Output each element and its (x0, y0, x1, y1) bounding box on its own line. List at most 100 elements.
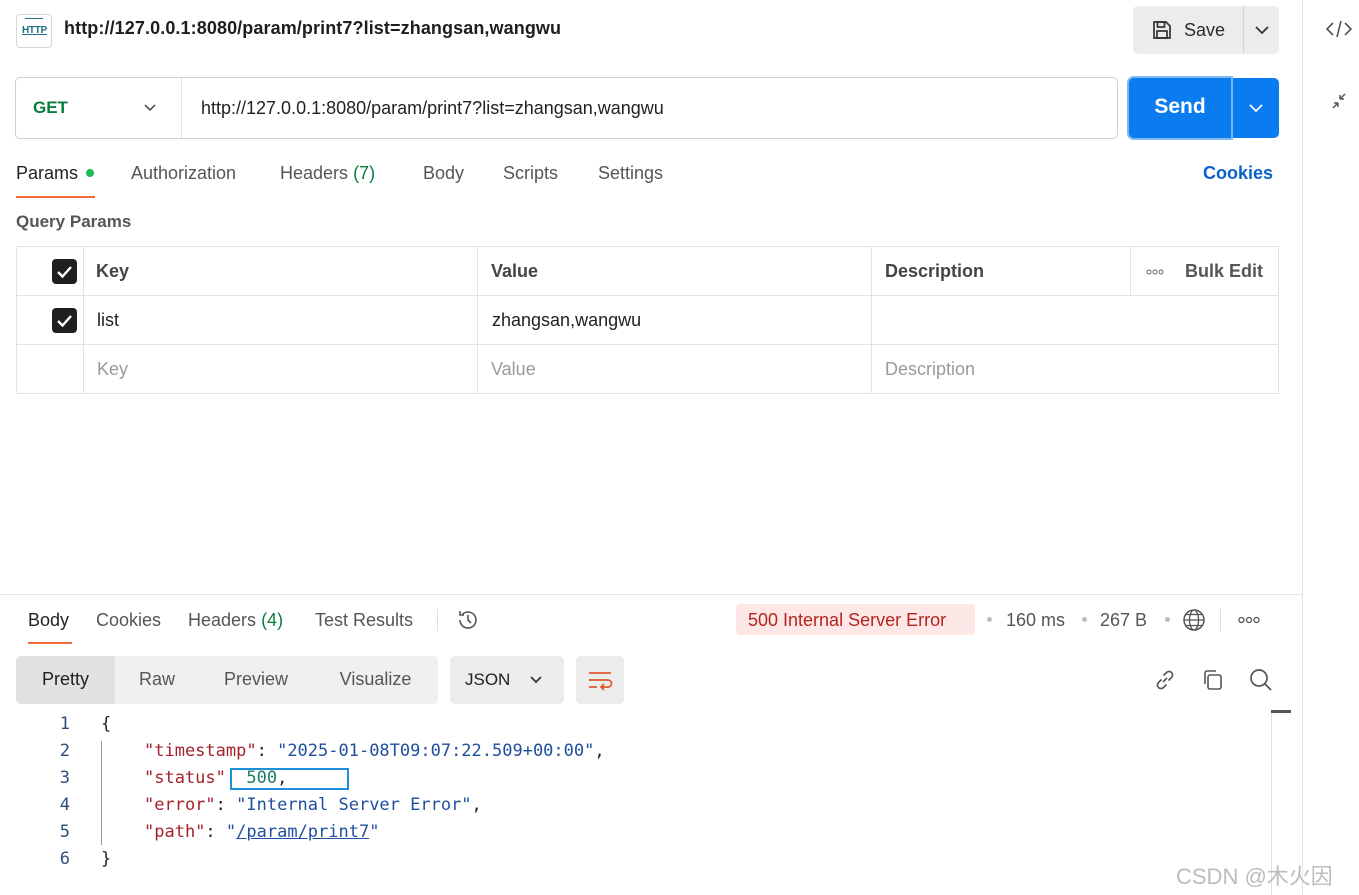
more-options-icon[interactable] (1238, 616, 1260, 624)
http-request-icon: HTTP (16, 14, 52, 48)
method-select[interactable]: GET (16, 78, 182, 138)
active-tab-indicator (16, 196, 95, 198)
tab-headers-label: Headers (280, 163, 349, 183)
tab-scripts[interactable]: Scripts (503, 163, 558, 184)
format-label: JSON (465, 670, 511, 689)
param-value-cell[interactable]: zhangsan,wangwu (478, 296, 872, 344)
line-number: 1 (59, 714, 70, 734)
response-size[interactable]: 267 B (1100, 610, 1147, 631)
save-icon (1153, 21, 1171, 39)
code-snippet-icon[interactable] (1325, 18, 1353, 40)
divider (1220, 609, 1221, 631)
active-tab-indicator (28, 642, 72, 644)
new-value-input[interactable]: Value (478, 345, 872, 394)
status-text: 500 Internal Server Error (748, 610, 947, 630)
more-options-icon (1146, 269, 1164, 275)
tab-settings[interactable]: Settings (598, 163, 663, 184)
line-number: 5 (59, 822, 70, 842)
separator-dot (1082, 617, 1087, 622)
json-key: "timestamp" (144, 741, 257, 761)
code-line: "timestamp": "2025-01-08T09:07:22.509+00… (144, 741, 605, 761)
history-icon[interactable] (455, 607, 481, 633)
chevron-down-icon (530, 676, 542, 684)
checkmark-icon (57, 315, 72, 328)
cookies-link[interactable]: Cookies (1203, 163, 1273, 184)
json-key: "error" (144, 795, 216, 815)
view-mode-tabs: Pretty Raw Preview Visualize (16, 656, 438, 704)
table-header-row: Key Value Description Bulk Edit (17, 247, 1278, 296)
bulk-edit-button[interactable]: Bulk Edit (1130, 247, 1278, 295)
close-brace: } (101, 849, 112, 869)
view-visualize[interactable]: Visualize (313, 656, 438, 704)
column-header-value: Value (491, 261, 539, 281)
send-button[interactable]: Send (1129, 78, 1231, 138)
separator-dot (1165, 617, 1170, 622)
tab-headers[interactable]: Headers (7) (280, 163, 375, 184)
copy-icon[interactable] (1200, 667, 1226, 693)
response-tab-test-results[interactable]: Test Results (315, 610, 413, 631)
response-headers-count: (4) (261, 610, 284, 630)
highlight-annotation (230, 768, 349, 790)
view-preview[interactable]: Preview (199, 656, 313, 704)
json-string: "Internal Server Error" (236, 795, 472, 815)
param-value: zhangsan,wangwu (492, 310, 642, 330)
query-params-title: Query Params (16, 212, 132, 231)
line-number: 6 (59, 849, 70, 869)
response-tab-cookies[interactable]: Cookies (96, 610, 161, 631)
globe-icon[interactable] (1181, 607, 1207, 633)
status-badge[interactable]: 500 Internal Server Error (736, 604, 975, 635)
tab-body[interactable]: Body (423, 163, 464, 184)
row-checkbox[interactable] (52, 308, 77, 333)
collapse-icon[interactable] (1329, 90, 1349, 112)
code-line: "error": "Internal Server Error", (144, 795, 482, 815)
tab-params[interactable]: Params (16, 163, 78, 184)
response-divider[interactable] (0, 594, 1302, 595)
wrap-lines-button[interactable] (576, 656, 624, 704)
select-all-checkbox[interactable] (52, 259, 77, 284)
param-description-cell[interactable] (872, 296, 1278, 344)
scrollbar-thumb[interactable] (1271, 710, 1291, 713)
send-options-button[interactable] (1233, 78, 1279, 138)
save-button[interactable]: Save (1133, 6, 1242, 54)
response-tab-body[interactable]: Body (28, 610, 69, 631)
url-input[interactable]: http://127.0.0.1:8080/param/print7?list=… (201, 98, 664, 119)
code-line: "path": "/param/print7" (144, 822, 380, 842)
description-placeholder: Description (885, 359, 976, 379)
wrap-lines-icon (589, 672, 613, 691)
save-label: Save (1184, 20, 1226, 40)
watermark: CSDN @木火因 (1176, 864, 1333, 889)
value-placeholder: Value (491, 359, 536, 379)
indent-guide (101, 741, 102, 845)
response-headers-label: Headers (188, 610, 257, 630)
view-pretty-label: Pretty (41, 669, 89, 689)
view-raw-label: Raw (138, 669, 175, 689)
response-tab-headers[interactable]: Headers (4) (188, 610, 283, 631)
method-label: GET (33, 98, 68, 117)
separator-dot (987, 617, 992, 622)
json-link[interactable]: /param/print7 (236, 822, 369, 842)
table-row: list zhangsan,wangwu (17, 296, 1278, 345)
view-raw[interactable]: Raw (115, 656, 199, 704)
new-key-input[interactable]: Key (84, 345, 478, 394)
json-key: "status" (144, 768, 226, 788)
url-bar: GET http://127.0.0.1:8080/param/print7?l… (15, 77, 1118, 139)
headers-count: (7) (353, 163, 376, 183)
format-select[interactable]: JSON (450, 656, 564, 704)
line-number: 3 (59, 768, 70, 788)
view-visualize-label: Visualize (339, 669, 412, 689)
line-number: 2 (59, 741, 70, 761)
line-number: 4 (59, 795, 70, 815)
send-label: Send (1154, 95, 1206, 118)
save-options-button[interactable] (1243, 6, 1279, 54)
link-icon[interactable] (1152, 667, 1178, 693)
response-time[interactable]: 160 ms (1006, 610, 1065, 631)
param-key: list (97, 310, 119, 330)
key-placeholder: Key (97, 359, 129, 379)
param-key-cell[interactable]: list (84, 296, 478, 344)
view-pretty[interactable]: Pretty (16, 656, 115, 704)
chevron-down-icon (144, 104, 156, 112)
tab-authorization[interactable]: Authorization (131, 163, 236, 184)
search-icon[interactable] (1248, 667, 1274, 693)
request-title[interactable]: http://127.0.0.1:8080/param/print7?list=… (64, 18, 561, 39)
new-description-input[interactable]: Description (872, 345, 1278, 394)
